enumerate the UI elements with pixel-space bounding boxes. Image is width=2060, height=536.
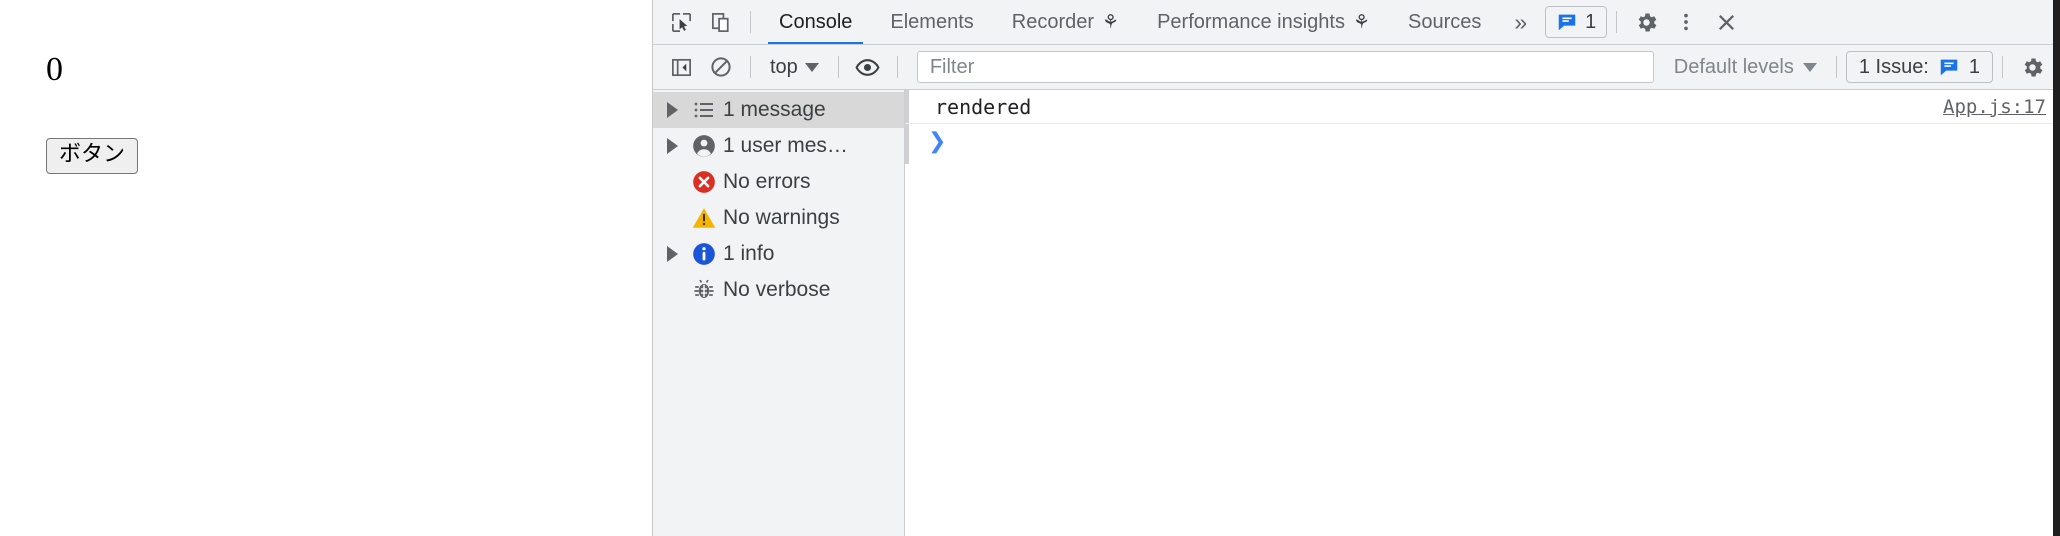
console-message-row[interactable]: rendered App.js:17 xyxy=(905,90,2060,124)
console-sidebar-toggle-icon[interactable] xyxy=(661,47,701,87)
more-tabs-icon[interactable]: » xyxy=(1500,9,1541,36)
console-messages-pane: rendered App.js:17 ❯ xyxy=(905,90,2060,536)
log-levels-label: Default levels xyxy=(1673,55,1794,78)
tab-performance-insights-label: Performance insights xyxy=(1157,10,1345,33)
tab-console-label: Console xyxy=(779,10,853,33)
toolbar-divider xyxy=(896,56,898,78)
tab-sources[interactable]: Sources xyxy=(1389,0,1500,44)
devtools-panel: Console Elements Recorder ⚘ Performance … xyxy=(653,0,2060,536)
console-body: 1 message 1 user mes… No errors No warni… xyxy=(653,90,2060,536)
sidebar-item-label: 1 info xyxy=(723,242,775,265)
issues-counter-button[interactable]: 1 Issue: 1 xyxy=(1845,51,1993,83)
sidebar-item-warnings[interactable]: No warnings xyxy=(653,200,904,236)
devtools-tabbar: Console Elements Recorder ⚘ Performance … xyxy=(653,0,2060,45)
tab-elements[interactable]: Elements xyxy=(871,0,992,44)
console-message-text: rendered xyxy=(935,94,1032,119)
flask-icon: ⚘ xyxy=(1352,11,1370,33)
tab-sources-label: Sources xyxy=(1408,10,1482,33)
issues-badge-count: 1 xyxy=(1585,10,1597,33)
console-message-source-link[interactable]: App.js:17 xyxy=(1943,96,2046,118)
error-icon xyxy=(685,169,723,195)
sidebar-item-info[interactable]: 1 info xyxy=(653,236,904,272)
browser-scrollbar[interactable] xyxy=(2053,0,2060,536)
sidebar-item-label: No verbose xyxy=(723,278,831,301)
tab-recorder[interactable]: Recorder ⚘ xyxy=(993,0,1138,44)
expand-triangle-icon[interactable] xyxy=(659,102,685,118)
sidebar-item-verbose[interactable]: No verbose xyxy=(653,272,904,308)
prompt-caret-icon: ❯ xyxy=(928,129,947,154)
sidebar-item-label: No errors xyxy=(723,170,811,193)
toolbar-divider xyxy=(750,11,751,33)
gear-icon[interactable] xyxy=(1626,2,1666,42)
kebab-menu-icon[interactable] xyxy=(1666,2,1706,42)
flask-icon: ⚘ xyxy=(1102,11,1120,33)
console-filter-input[interactable] xyxy=(916,51,1654,83)
expand-triangle-icon[interactable] xyxy=(659,246,685,262)
web-page-viewport: 0 ボタン xyxy=(0,0,653,536)
live-expression-icon[interactable] xyxy=(848,47,888,87)
toolbar-divider xyxy=(1835,56,1837,78)
tab-elements-label: Elements xyxy=(890,10,974,33)
sidebar-item-label: 1 user mes… xyxy=(723,134,848,157)
tab-recorder-label: Recorder xyxy=(1011,10,1095,33)
console-filter-toolbar: top Default levels 1 Issue: xyxy=(653,45,2060,90)
warning-icon xyxy=(685,205,723,231)
counter-increment-button[interactable]: ボタン xyxy=(46,138,139,174)
screen-root: 0 ボタン Console Elements Recorder ⚘ Perfor… xyxy=(0,0,2060,536)
bug-icon xyxy=(685,278,723,302)
clear-console-icon[interactable] xyxy=(701,47,741,87)
toolbar-divider xyxy=(1616,11,1618,33)
console-prompt-row[interactable]: ❯ xyxy=(905,124,2060,164)
tab-performance-insights[interactable]: Performance insights ⚘ xyxy=(1138,0,1389,44)
toolbar-divider xyxy=(837,56,839,78)
user-icon xyxy=(685,133,723,159)
tab-console[interactable]: Console xyxy=(760,0,871,44)
issues-message-icon xyxy=(1558,14,1576,31)
chevron-down-icon xyxy=(1802,62,1817,72)
sidebar-item-label: 1 message xyxy=(723,98,826,121)
execution-context-value: top xyxy=(770,55,798,78)
issues-counter-value: 1 xyxy=(1968,55,1980,78)
toolbar-divider xyxy=(750,56,751,78)
toolbar-divider xyxy=(2002,56,2003,78)
sidebar-item-errors[interactable]: No errors xyxy=(653,164,904,200)
info-icon xyxy=(685,241,723,267)
list-icon xyxy=(685,98,723,122)
issues-badge-button[interactable]: 1 xyxy=(1545,6,1608,38)
sidebar-item-label: No warnings xyxy=(723,206,840,229)
chevron-down-icon xyxy=(804,62,819,72)
device-toolbar-icon[interactable] xyxy=(701,2,741,42)
close-icon[interactable] xyxy=(1706,2,1746,42)
sidebar-item-user-messages[interactable]: 1 user mes… xyxy=(653,128,904,164)
sidebar-item-messages[interactable]: 1 message xyxy=(653,92,904,128)
inspect-cursor-icon[interactable] xyxy=(661,2,701,42)
gear-icon[interactable] xyxy=(2012,47,2052,87)
console-sidebar: 1 message 1 user mes… No errors No warni… xyxy=(653,90,905,536)
expand-triangle-icon[interactable] xyxy=(659,138,685,154)
log-levels-selector[interactable]: Default levels xyxy=(1664,56,1827,79)
counter-value: 0 xyxy=(46,51,63,88)
issues-message-icon xyxy=(1940,59,1958,76)
issues-counter-label: 1 Issue: xyxy=(1858,55,1929,78)
execution-context-selector[interactable]: top xyxy=(760,52,829,82)
